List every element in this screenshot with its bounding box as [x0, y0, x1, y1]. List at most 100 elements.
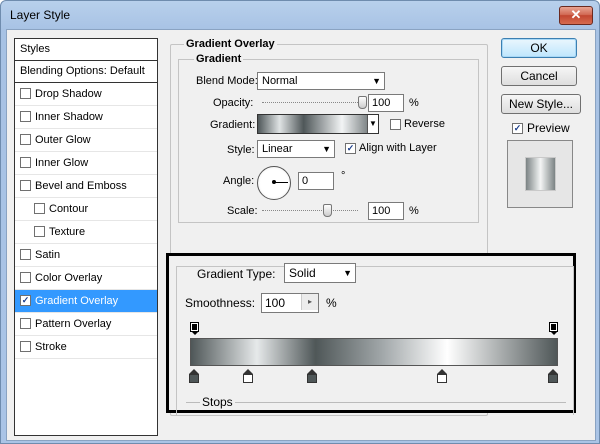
style-label: Style: — [227, 144, 255, 156]
style-item[interactable]: Drop Shadow — [15, 83, 157, 106]
smoothness-input[interactable]: 100 ▸ — [261, 293, 319, 313]
style-checkbox[interactable] — [20, 295, 31, 306]
gradient-type-value: Solid — [289, 266, 316, 280]
style-checkbox[interactable] — [20, 318, 31, 329]
cancel-button[interactable]: Cancel — [501, 66, 577, 86]
opacity-input[interactable]: 100 — [368, 94, 404, 112]
chevron-right-icon[interactable]: ▸ — [301, 294, 318, 310]
preview-label: Preview — [527, 121, 570, 135]
style-item[interactable]: Bevel and Emboss — [15, 175, 157, 198]
style-checkbox[interactable] — [34, 226, 45, 237]
reverse-label: Reverse — [404, 118, 445, 130]
chevron-down-icon: ▼ — [372, 76, 381, 86]
style-item-label: Satin — [35, 249, 61, 261]
angle-label: Angle: — [223, 175, 255, 187]
angle-input[interactable]: 0 — [298, 172, 334, 190]
style-item-label: Stroke — [35, 341, 67, 353]
reverse-checkbox[interactable] — [390, 119, 401, 130]
style-item[interactable]: Contour — [15, 198, 157, 221]
color-stop-icon[interactable] — [548, 369, 558, 383]
opacity-slider-track[interactable] — [262, 102, 362, 105]
scale-input[interactable]: 100 — [368, 202, 404, 220]
preview-gradient — [525, 157, 556, 191]
new-style-button[interactable]: New Style... — [501, 94, 581, 114]
style-checkbox[interactable] — [20, 111, 31, 122]
style-item[interactable]: Inner Glow — [15, 152, 157, 175]
style-checkbox[interactable] — [20, 157, 31, 168]
chevron-down-icon: ▼ — [343, 268, 352, 278]
preview-thumbnail — [507, 140, 573, 208]
preview-checkbox[interactable] — [512, 123, 523, 134]
close-icon: ✕ — [570, 7, 582, 22]
blend-mode-value: Normal — [262, 75, 298, 87]
style-item-label: Color Overlay — [35, 272, 103, 284]
gradient-type-select[interactable]: Solid ▼ — [284, 263, 356, 283]
style-checkbox[interactable] — [20, 180, 31, 191]
style-checkbox[interactable] — [20, 341, 31, 352]
window-title: Layer Style — [10, 8, 71, 22]
stops-divider — [186, 402, 566, 403]
style-item[interactable]: Gradient Overlay — [15, 290, 157, 313]
blend-mode-select[interactable]: Normal ▼ — [257, 72, 385, 90]
angle-center-dot — [272, 180, 276, 184]
style-item-label: Drop Shadow — [35, 88, 102, 100]
blend-mode-label: Blend Mode: — [196, 75, 258, 87]
color-stop-icon[interactable] — [242, 369, 253, 383]
close-button[interactable]: ✕ — [559, 6, 593, 25]
styles-list: Styles Blending Options: Default Drop Sh… — [14, 38, 158, 436]
style-items: Drop Shadow Inner Shadow Outer Glow Inner G… — [15, 83, 157, 359]
color-stop-icon[interactable] — [307, 369, 318, 383]
title-bar[interactable]: Layer Style ✕ — [1, 1, 599, 29]
gradient-overlay-title: Gradient Overlay — [184, 38, 277, 50]
style-item-label: Gradient Overlay — [35, 295, 119, 307]
angle-needle — [274, 182, 288, 183]
opacity-slider-thumb[interactable] — [358, 96, 367, 109]
style-item-label: Contour — [49, 203, 89, 215]
scale-percent: % — [409, 205, 419, 217]
align-with-layer-checkbox[interactable] — [345, 143, 356, 154]
stops-title: Stops — [200, 395, 235, 409]
gradient-label: Gradient: — [210, 119, 256, 131]
gradient-picker[interactable]: ▼ — [257, 114, 379, 134]
style-item[interactable]: Color Overlay — [15, 267, 157, 290]
opacity-stop-icon[interactable] — [190, 322, 199, 335]
blending-options-item[interactable]: Blending Options: Default — [15, 61, 157, 83]
style-item[interactable]: Inner Shadow — [15, 106, 157, 129]
style-select[interactable]: Linear ▼ — [257, 140, 335, 158]
style-item[interactable]: Outer Glow — [15, 129, 157, 152]
style-item[interactable]: Pattern Overlay — [15, 313, 157, 336]
chevron-down-icon: ▼ — [322, 144, 331, 154]
scale-label: Scale: — [227, 205, 258, 217]
style-item-label: Outer Glow — [35, 134, 91, 146]
style-item-label: Texture — [49, 226, 86, 238]
smoothness-percent: % — [326, 296, 337, 310]
smoothness-value: 100 — [265, 296, 286, 310]
ok-button[interactable]: OK — [501, 38, 577, 58]
style-checkbox[interactable] — [20, 134, 31, 145]
opacity-percent: % — [409, 97, 419, 109]
style-checkbox[interactable] — [34, 203, 45, 214]
styles-header[interactable]: Styles — [15, 39, 157, 61]
opacity-label: Opacity: — [213, 97, 254, 109]
smoothness-label: Smoothness: — [185, 296, 256, 310]
chevron-down-icon[interactable]: ▼ — [367, 115, 378, 133]
style-item[interactable]: Satin — [15, 244, 157, 267]
angle-dial[interactable] — [257, 166, 291, 200]
style-checkbox[interactable] — [20, 272, 31, 283]
style-item-label: Pattern Overlay — [35, 318, 112, 330]
scale-slider-thumb[interactable] — [322, 204, 332, 217]
scale-slider-track[interactable] — [262, 210, 358, 213]
color-stop-icon[interactable] — [436, 369, 447, 383]
style-item[interactable]: Stroke — [15, 336, 157, 359]
color-stop-icon[interactable] — [189, 369, 199, 383]
degree-symbol: ° — [341, 170, 346, 182]
gradient-bar[interactable] — [190, 338, 558, 366]
style-item-label: Inner Shadow — [35, 111, 103, 123]
align-with-layer-label: Align with Layer — [359, 142, 437, 154]
style-checkbox[interactable] — [20, 88, 31, 99]
style-checkbox[interactable] — [20, 249, 31, 260]
gradient-type-label: Gradient Type: — [197, 267, 276, 281]
opacity-stop-icon[interactable] — [549, 322, 558, 335]
style-item-label: Inner Glow — [35, 157, 89, 169]
style-item[interactable]: Texture — [15, 221, 157, 244]
